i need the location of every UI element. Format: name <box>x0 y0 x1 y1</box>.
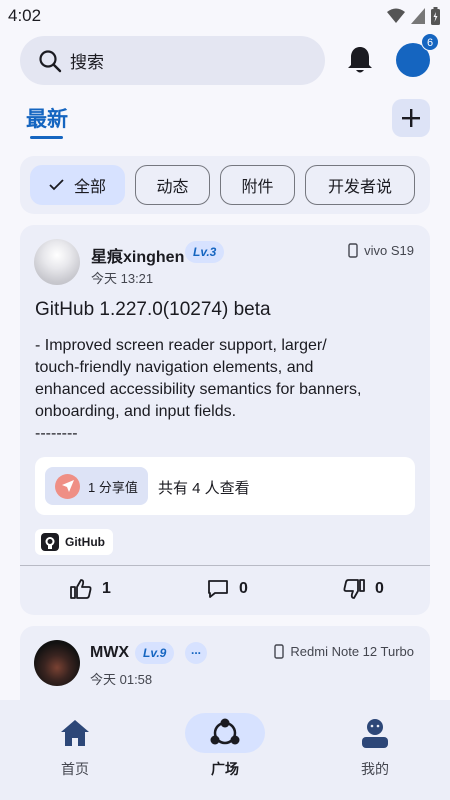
topic-tag[interactable]: GitHub <box>35 529 113 555</box>
like-count: 1 <box>102 580 111 597</box>
community-icon <box>210 718 240 745</box>
status-icons <box>387 7 440 25</box>
post-author-avatar[interactable] <box>34 640 80 686</box>
filter-chip-developer[interactable]: 开发者说 <box>305 165 415 205</box>
share-value-button[interactable]: 1 分享值 <box>45 467 148 505</box>
check-icon <box>49 179 64 191</box>
post-body: - Improved screen reader support, larger… <box>35 337 362 442</box>
search-placeholder: 搜索 <box>70 53 104 72</box>
plus-icon <box>402 109 420 127</box>
add-post-button[interactable] <box>392 99 430 137</box>
nav-label: 广场 <box>211 761 239 777</box>
nav-label: 我的 <box>361 761 389 777</box>
nav-label: 首页 <box>61 761 89 777</box>
filter-chip-label: 全部 <box>73 179 106 196</box>
post-device: vivo S19 <box>348 243 414 258</box>
battery-icon <box>431 7 440 25</box>
share-value-label: 1 分享值 <box>88 479 138 495</box>
search-icon <box>39 49 62 72</box>
thumbs-up-icon <box>70 579 92 599</box>
status-bar: 4:02 <box>0 0 450 32</box>
phone-icon <box>274 644 285 659</box>
bottom-navigation: 首页 广场 我的 <box>0 700 450 800</box>
notification-badge: 6 <box>421 33 439 51</box>
post-username[interactable]: MWX <box>90 644 129 662</box>
nav-item-profile[interactable]: 我的 <box>300 700 450 800</box>
like-button[interactable]: 1 <box>70 579 111 599</box>
filter-chip-attachment[interactable]: 附件 <box>220 165 295 205</box>
nav-item-home[interactable]: 首页 <box>0 700 150 800</box>
post-time: 今天 13:21 <box>91 271 154 286</box>
comment-button[interactable]: 0 <box>207 579 248 599</box>
post-time: 今天 01:58 <box>90 672 153 687</box>
thumbs-down-icon <box>343 579 365 599</box>
comment-icon <box>208 580 228 598</box>
device-name: vivo S19 <box>364 243 414 258</box>
github-icon <box>41 533 59 551</box>
profile-icon <box>362 719 388 748</box>
wifi-icon <box>387 8 405 23</box>
viewer-count: 共有 4 人查看 <box>158 480 250 497</box>
filter-chip-label: 动态 <box>156 179 189 196</box>
filter-bar: 全部 动态 附件 开发者说 <box>20 156 430 214</box>
phone-icon <box>348 243 358 258</box>
post-device: Redmi Note 12 Turbo <box>274 644 414 659</box>
status-time: 4:02 <box>8 6 42 25</box>
filter-chip-all[interactable]: 全部 <box>30 165 125 205</box>
filter-chip-label: 附件 <box>241 179 274 196</box>
filter-chip-label: 开发者说 <box>327 179 392 196</box>
extra-badge: ... <box>185 642 207 664</box>
nav-icon-container <box>185 713 265 753</box>
dislike-count: 0 <box>375 580 384 597</box>
level-badge: Lv.9 <box>135 642 175 664</box>
nav-icon-container <box>335 713 415 753</box>
post-author-avatar[interactable] <box>34 239 80 285</box>
post-actions: 1 0 0 <box>20 566 430 615</box>
tab-latest[interactable]: 最新 <box>26 103 68 133</box>
comment-count: 0 <box>239 580 248 597</box>
search-input[interactable]: 搜索 <box>20 36 325 85</box>
post-title: GitHub 1.227.0(10274) beta <box>35 299 271 320</box>
level-badge: Lv.3 <box>185 241 225 263</box>
post-card[interactable]: 星痕xinghen Lv.3 今天 13:21 vivo S19 GitHub … <box>20 225 430 615</box>
home-icon <box>61 720 89 746</box>
dislike-button[interactable]: 0 <box>343 579 384 599</box>
tab-indicator <box>30 136 63 139</box>
send-icon <box>55 473 80 499</box>
filter-chip-dynamic[interactable]: 动态 <box>135 165 210 205</box>
nav-item-plaza[interactable]: 广场 <box>150 700 300 800</box>
share-info-box: 1 分享值 共有 4 人查看 <box>35 457 415 515</box>
notification-bell-icon[interactable] <box>345 44 375 76</box>
device-name: Redmi Note 12 Turbo <box>290 644 414 659</box>
nav-icon-container <box>35 713 115 753</box>
signal-icon <box>411 8 425 24</box>
post-username[interactable]: 星痕xinghen <box>91 243 184 267</box>
tag-label: GitHub <box>65 535 105 549</box>
